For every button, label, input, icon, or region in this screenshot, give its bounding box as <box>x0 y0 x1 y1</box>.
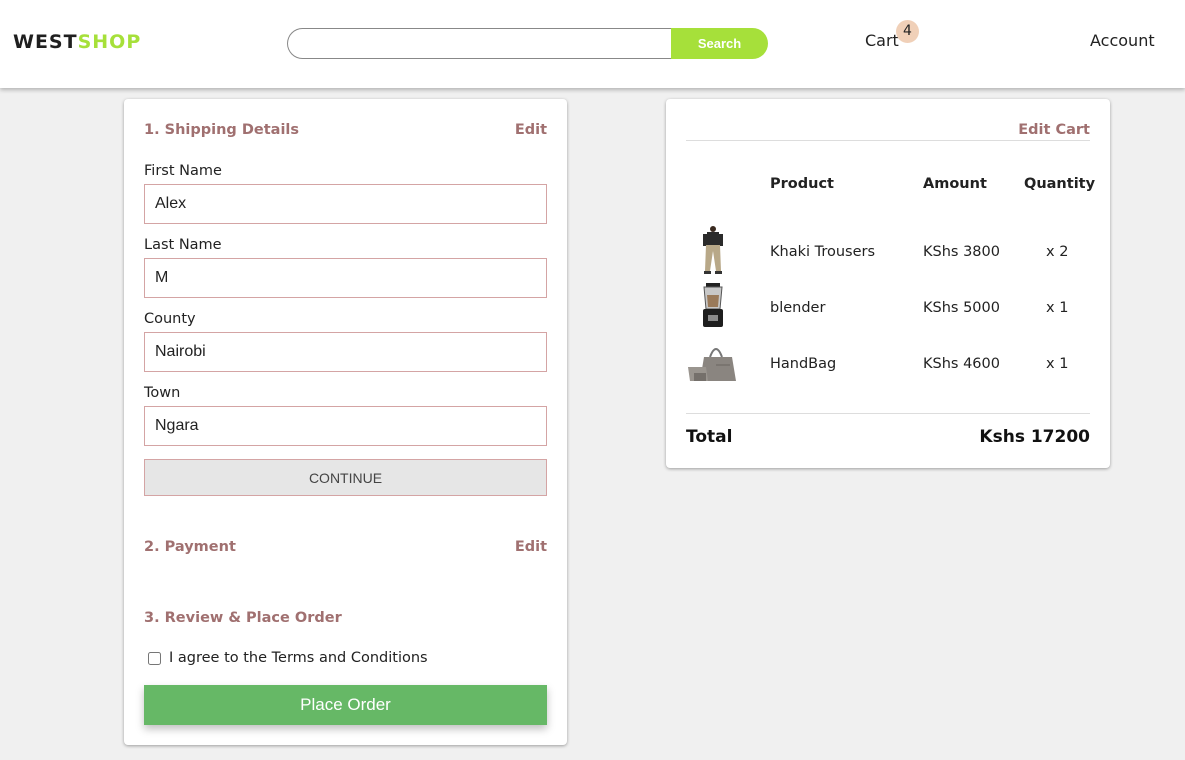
logo-west: WEST <box>13 31 78 53</box>
search-button[interactable]: Search <box>671 28 768 59</box>
blender-thumbnail <box>703 283 723 327</box>
payment-title: 2. Payment <box>144 539 236 555</box>
last-name-label: Last Name <box>144 237 222 253</box>
top-divider <box>686 140 1090 141</box>
county-label: County <box>144 311 196 327</box>
site-header: WESTSHOP Search Cart 4 Account <box>0 0 1185 88</box>
cart-row: Khaki Trousers KShs 3800 x 2 <box>686 225 1090 281</box>
review-title: 3. Review & Place Order <box>144 610 342 626</box>
trousers-thumbnail <box>703 226 723 274</box>
first-name-field[interactable] <box>144 184 547 224</box>
total-divider <box>686 413 1090 414</box>
cart-row: HandBag KShs 4600 x 1 <box>686 337 1090 393</box>
shipping-edit-link[interactable]: Edit <box>515 122 547 138</box>
cart-row: blender KShs 5000 x 1 <box>686 281 1090 337</box>
town-label: Town <box>144 385 181 401</box>
site-logo[interactable]: WESTSHOP <box>13 31 141 53</box>
product-quantity: x 1 <box>1046 300 1069 316</box>
cart-summary-card: Edit Cart Product Amount Quantity Khaki … <box>666 99 1110 468</box>
product-name: HandBag <box>770 356 837 372</box>
first-name-label: First Name <box>144 163 222 179</box>
terms-checkbox[interactable] <box>148 651 161 665</box>
product-name: blender <box>770 300 826 316</box>
payment-edit-link[interactable]: Edit <box>515 539 547 555</box>
handbag-thumbnail <box>688 348 736 381</box>
checkout-form-card: 1. Shipping Details Edit First Name Last… <box>124 99 567 745</box>
product-amount: KShs 3800 <box>923 244 1000 260</box>
search-bar: Search <box>287 28 768 59</box>
town-field[interactable] <box>144 406 547 446</box>
product-amount: KShs 5000 <box>923 300 1000 316</box>
amount-column-header: Amount <box>923 176 987 192</box>
cart-link[interactable]: Cart <box>865 31 899 50</box>
terms-row: I agree to the Terms and Conditions <box>148 650 428 666</box>
account-link[interactable]: Account <box>1090 31 1155 50</box>
product-amount: KShs 4600 <box>923 356 1000 372</box>
place-order-button[interactable]: Place Order <box>144 685 547 725</box>
total-label: Total <box>686 427 733 447</box>
cart-count-badge: 4 <box>896 20 919 43</box>
last-name-field[interactable] <box>144 258 547 298</box>
total-value: Kshs 17200 <box>979 427 1090 447</box>
terms-label[interactable]: I agree to the Terms and Conditions <box>169 650 428 666</box>
county-field[interactable] <box>144 332 547 372</box>
quantity-column-header: Quantity <box>1024 176 1096 192</box>
search-input[interactable] <box>287 28 673 59</box>
product-quantity: x 1 <box>1046 356 1069 372</box>
product-name: Khaki Trousers <box>770 244 876 260</box>
logo-shop: SHOP <box>77 31 142 53</box>
product-column-header: Product <box>770 176 834 192</box>
shipping-details-title: 1. Shipping Details <box>144 122 300 138</box>
continue-button[interactable]: CONTINUE <box>144 459 547 496</box>
product-quantity: x 2 <box>1046 244 1069 260</box>
edit-cart-link[interactable]: Edit Cart <box>1018 122 1090 138</box>
